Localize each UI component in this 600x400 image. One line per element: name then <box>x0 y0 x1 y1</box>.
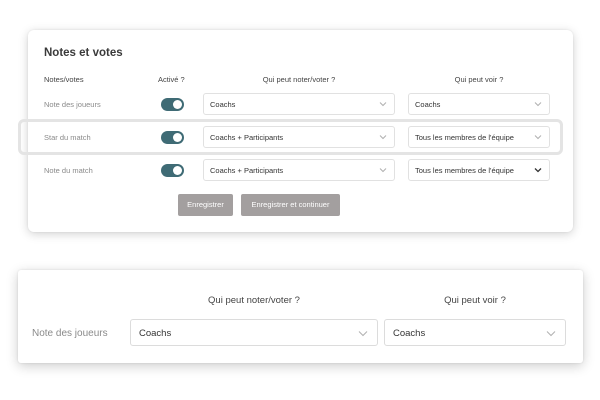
who-see-select[interactable]: Coachs <box>408 93 550 115</box>
header-who-vote: Qui peut noter/voter ? <box>208 295 300 306</box>
chevron-down-icon <box>358 331 368 337</box>
toggle-knob <box>173 100 182 109</box>
chevron-down-icon <box>534 102 542 107</box>
table-row: Note du match Coachs + Participants Tous… <box>28 158 573 184</box>
who-vote-select[interactable]: Coachs <box>203 93 395 115</box>
toggle-knob <box>173 166 182 175</box>
chevron-down-icon <box>379 168 387 173</box>
header-active: Activé ? <box>158 75 185 84</box>
header-who-vote: Qui peut noter/voter ? <box>262 75 336 84</box>
row-label: Note du match <box>44 166 93 175</box>
select-value: Coachs <box>139 328 172 339</box>
chevron-down-icon <box>379 102 387 107</box>
table-row: Note des joueurs Coachs Coachs <box>28 92 573 118</box>
card-title: Notes et votes <box>44 47 123 59</box>
chevron-down-icon <box>546 331 556 337</box>
active-toggle[interactable] <box>161 164 184 177</box>
who-see-select[interactable]: Tous les membres de l'équipe <box>408 159 550 181</box>
active-toggle[interactable] <box>161 98 184 111</box>
select-value: Coachs <box>210 100 236 109</box>
save-and-continue-button[interactable]: Enregistrer et continuer <box>241 194 340 216</box>
select-value: Coachs <box>393 328 426 339</box>
row-label: Note des joueurs <box>44 100 101 109</box>
header-who-see: Qui peut voir ? <box>444 295 506 306</box>
select-value: Coachs <box>415 100 441 109</box>
who-vote-select[interactable]: Coachs <box>130 319 378 346</box>
select-value: Coachs + Participants <box>210 166 284 175</box>
header-who-see: Qui peut voir ? <box>454 75 504 84</box>
zoomed-detail-panel: Qui peut noter/voter ? Qui peut voir ? N… <box>18 270 583 363</box>
row-label: Note des joueurs <box>32 328 108 339</box>
select-value: Tous les membres de l'équipe <box>415 166 514 175</box>
save-button[interactable]: Enregistrer <box>178 194 233 216</box>
chevron-down-icon <box>534 168 542 173</box>
header-notes-votes: Notes/votes <box>44 75 84 84</box>
row-highlight-frame <box>18 119 563 155</box>
who-vote-select[interactable]: Coachs + Participants <box>203 159 395 181</box>
who-see-select[interactable]: Coachs <box>384 319 566 346</box>
